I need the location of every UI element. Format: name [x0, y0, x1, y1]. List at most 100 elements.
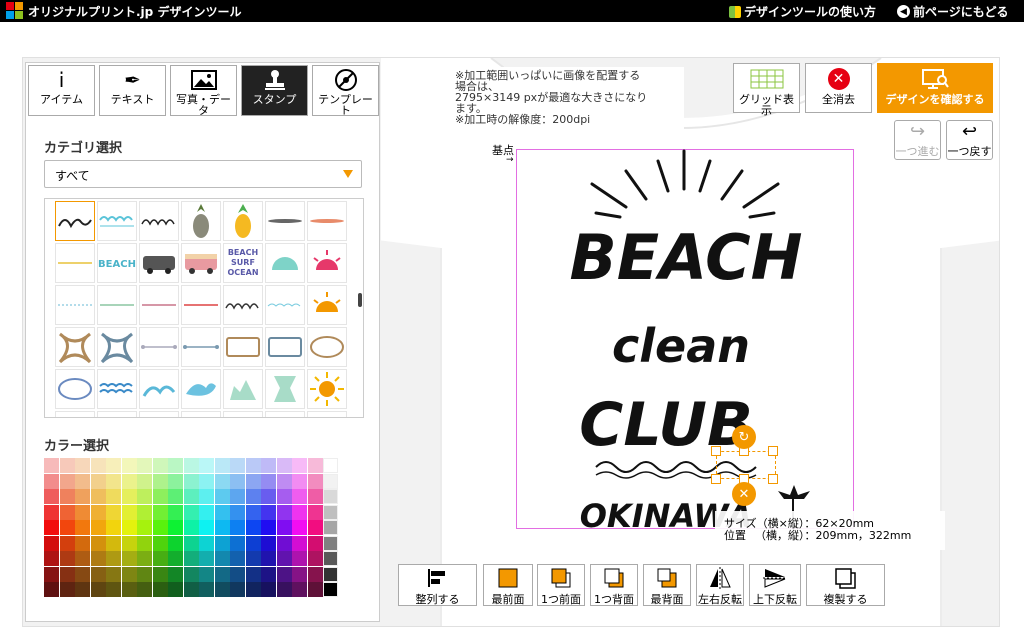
category-select[interactable]: すべて [44, 160, 362, 188]
color-swatch[interactable] [106, 535, 121, 551]
help-link[interactable]: デザインツールの使い方 [729, 3, 876, 20]
color-swatch[interactable] [75, 551, 90, 566]
color-swatch[interactable] [152, 566, 168, 582]
color-swatch[interactable] [276, 458, 292, 473]
color-swatch[interactable] [183, 551, 199, 566]
stamp-van-pink-icon[interactable] [181, 243, 221, 283]
color-swatch[interactable] [261, 566, 276, 582]
color-swatch[interactable] [152, 582, 168, 597]
send-back-button[interactable]: 最背面 [643, 564, 691, 606]
color-swatch[interactable] [75, 566, 90, 582]
rotate-icon[interactable]: ↻ [732, 425, 756, 449]
color-swatch[interactable] [168, 473, 183, 489]
color-swatch[interactable] [44, 489, 59, 504]
tab-text[interactable]: ✒ テキスト [99, 65, 166, 116]
color-swatch[interactable] [44, 473, 59, 489]
flip-vertical-button[interactable]: 上下反転 [749, 564, 801, 606]
color-swatch[interactable] [121, 535, 137, 551]
stamp-sunset-teal-icon[interactable] [265, 243, 305, 283]
color-swatch[interactable] [59, 489, 75, 504]
color-swatch[interactable] [292, 520, 307, 535]
color-swatch-gray[interactable] [323, 458, 338, 473]
color-swatch[interactable] [199, 520, 214, 535]
color-swatch[interactable] [106, 458, 121, 473]
color-swatch[interactable] [183, 566, 199, 582]
color-swatch[interactable] [183, 504, 199, 520]
stamp-line-pink-icon[interactable] [139, 285, 179, 325]
color-swatch[interactable] [152, 473, 168, 489]
color-swatch[interactable] [75, 504, 90, 520]
color-swatch[interactable] [44, 582, 59, 597]
color-swatch[interactable] [183, 489, 199, 504]
color-swatch[interactable] [168, 504, 183, 520]
color-palette[interactable] [44, 458, 360, 603]
color-swatch-gray[interactable] [323, 566, 338, 582]
color-swatch[interactable] [307, 520, 323, 535]
color-swatch[interactable] [292, 473, 307, 489]
color-swatch[interactable] [137, 535, 152, 551]
color-swatch[interactable] [245, 566, 261, 582]
color-swatch[interactable] [90, 489, 106, 504]
color-swatch[interactable] [199, 566, 214, 582]
stamp-van-icon[interactable] [139, 243, 179, 283]
color-swatch[interactable] [152, 458, 168, 473]
color-swatch[interactable] [121, 489, 137, 504]
stamp-sunset-pink-icon[interactable] [307, 243, 347, 283]
clear-all-button[interactable]: ✕ 全消去 [805, 63, 872, 113]
color-swatch[interactable] [75, 473, 90, 489]
color-swatch[interactable] [199, 458, 214, 473]
tab-item[interactable]: i アイテム [28, 65, 95, 116]
color-swatch[interactable] [137, 551, 152, 566]
color-swatch[interactable] [276, 551, 292, 566]
stamp-wave-blue-icon[interactable] [97, 201, 137, 241]
color-swatch[interactable] [90, 520, 106, 535]
color-swatch[interactable] [44, 504, 59, 520]
delete-icon[interactable]: ✕ [732, 482, 756, 506]
color-swatch[interactable] [75, 535, 90, 551]
color-swatch[interactable] [199, 504, 214, 520]
resize-handle[interactable] [711, 446, 721, 456]
stamp-line-red-icon[interactable] [181, 285, 221, 325]
tab-stamp[interactable]: スタンプ [241, 65, 308, 116]
design-artwork[interactable]: BEACH clean CLUB OKINAWA [516, 149, 854, 529]
color-swatch[interactable] [121, 551, 137, 566]
color-swatch[interactable] [214, 535, 230, 551]
color-swatch-gray[interactable] [323, 473, 338, 489]
stamp-sunset-orange-icon[interactable] [307, 285, 347, 325]
stamp-partial-icon[interactable] [97, 411, 137, 417]
stamp-line-dotted-icon[interactable] [55, 285, 95, 325]
color-swatch[interactable] [59, 458, 75, 473]
color-swatch[interactable] [59, 520, 75, 535]
color-swatch[interactable] [152, 520, 168, 535]
stamp-beach-text-icon[interactable]: BEACH [97, 243, 137, 283]
stamp-partial-icon[interactable] [181, 411, 221, 417]
color-swatch[interactable] [183, 458, 199, 473]
color-swatch[interactable] [121, 504, 137, 520]
color-swatch-gray[interactable] [323, 520, 338, 535]
confirm-design-button[interactable]: デザインを確認する [877, 63, 993, 113]
color-swatch[interactable] [230, 458, 245, 473]
stamp-partial-icon[interactable] [55, 411, 95, 417]
stamp-partial-icon[interactable] [139, 411, 179, 417]
color-swatch[interactable] [137, 566, 152, 582]
color-swatch[interactable] [261, 551, 276, 566]
color-swatch[interactable] [245, 489, 261, 504]
color-swatch[interactable] [199, 551, 214, 566]
color-swatch[interactable] [121, 520, 137, 535]
stamp-partial-icon[interactable] [265, 411, 305, 417]
color-swatch[interactable] [214, 582, 230, 597]
tab-template[interactable]: テンプレート [312, 65, 379, 116]
color-swatch[interactable] [168, 489, 183, 504]
color-swatch-gray[interactable] [323, 504, 338, 520]
color-swatch[interactable] [168, 458, 183, 473]
color-swatch[interactable] [90, 566, 106, 582]
color-swatch[interactable] [183, 582, 199, 597]
color-swatch[interactable] [152, 504, 168, 520]
color-swatch[interactable] [152, 551, 168, 566]
color-swatch[interactable] [276, 473, 292, 489]
stamp-line-yellow-icon[interactable] [55, 243, 95, 283]
color-swatch[interactable] [230, 520, 245, 535]
color-swatch[interactable] [214, 458, 230, 473]
color-swatch[interactable] [199, 535, 214, 551]
color-swatch[interactable] [307, 582, 323, 597]
